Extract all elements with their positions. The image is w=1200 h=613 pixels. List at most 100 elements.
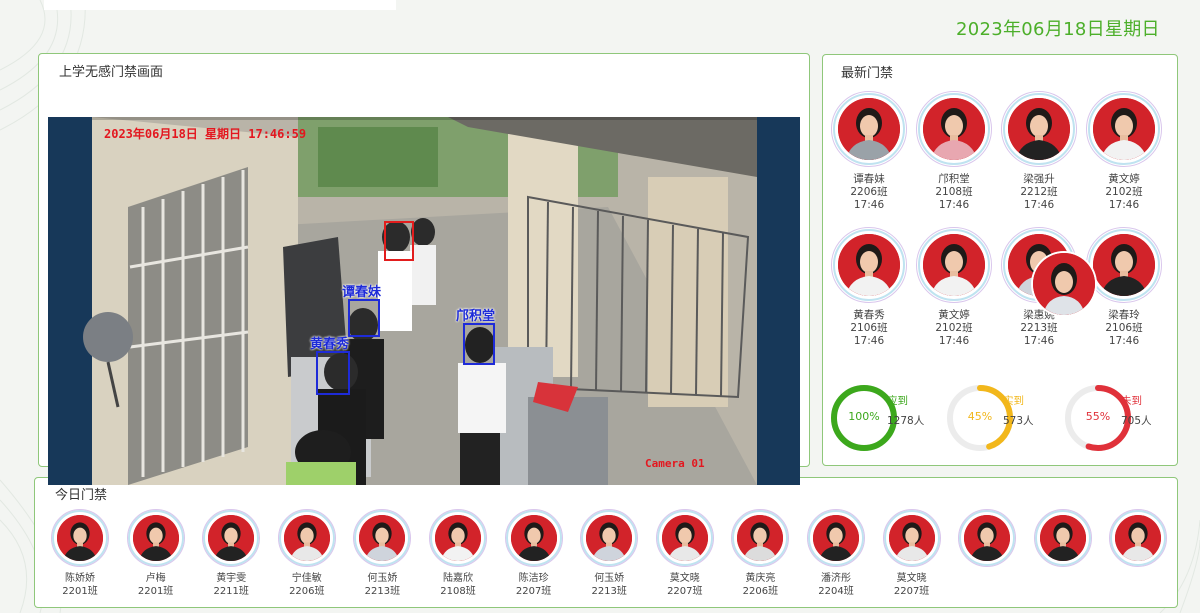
- camera-panel-title: 上学无感门禁画面: [59, 65, 164, 80]
- face-portrait: [132, 515, 179, 561]
- face-portrait: [435, 515, 481, 561]
- stat-label: 应到: [887, 395, 908, 407]
- face-portrait: [1093, 234, 1155, 296]
- person-class: 2212班: [1020, 186, 1058, 198]
- today-person-card[interactable]: 黄庆亮 2206班: [723, 509, 797, 598]
- person-name: 梁强升: [1023, 173, 1055, 185]
- person-name: 黄春秀: [853, 309, 885, 321]
- latest-person-card[interactable]: 梁春玲 2106班 17:46: [1084, 227, 1164, 348]
- person-name: 何玉娇: [594, 573, 625, 584]
- today-person-card[interactable]: 宁佳敏 2206班: [270, 509, 344, 598]
- today-person-card[interactable]: 何玉娇 2213班: [345, 509, 419, 598]
- avatar: [435, 515, 481, 561]
- camera-video-feed[interactable]: 2023年06月18日 星期日 17:46:59 Camera 01 谭春妹 邝…: [48, 117, 800, 485]
- today-person-card[interactable]: [1026, 509, 1100, 572]
- avatar-ring: [1001, 91, 1077, 167]
- avatar: [1093, 98, 1155, 160]
- person-name: 梁春玲: [1108, 309, 1140, 321]
- camera-scene: [48, 117, 800, 485]
- avatar: [1039, 515, 1086, 561]
- overlap-avatar: [1033, 253, 1095, 315]
- face-portrait: [888, 515, 935, 561]
- person-name: 莫文晓: [896, 573, 927, 584]
- avatar: [923, 98, 985, 160]
- person-class: 2201班: [62, 586, 98, 597]
- avatar: [838, 98, 900, 160]
- avatar-ring: [202, 509, 261, 567]
- face-portrait: [1093, 98, 1155, 160]
- person-time: 17:46: [1108, 335, 1140, 347]
- latest-person-card[interactable]: 黄文婷 2102班 17:46: [914, 227, 994, 348]
- avatar: [813, 515, 859, 561]
- avatar-ring: [916, 91, 992, 167]
- avatar-ring: [429, 509, 487, 567]
- person-name: 宁佳敏: [291, 573, 322, 584]
- face-portrait: [208, 515, 255, 561]
- avatar: [737, 515, 784, 561]
- person-name: 黄文婷: [1108, 173, 1140, 185]
- person-class: 2108班: [935, 186, 973, 198]
- today-person-card[interactable]: 莫文晓 2207班: [875, 509, 949, 598]
- person-name: 潘济彤: [821, 573, 851, 584]
- avatar: [57, 515, 103, 561]
- avatar-ring: [1033, 509, 1092, 567]
- today-person-card[interactable]: 陈洁珍 2207班: [497, 509, 571, 598]
- person-name: 黄庆亮: [745, 573, 776, 584]
- latest-person-card[interactable]: 邝积堂 2108班 17:46: [914, 91, 994, 212]
- avatar-ring: [831, 91, 907, 167]
- stat-count: 573人: [1003, 415, 1034, 427]
- person-name: 卢梅: [145, 573, 166, 584]
- face-portrait: [661, 515, 708, 561]
- face-portrait: [923, 234, 985, 296]
- today-person-card[interactable]: [950, 509, 1024, 572]
- face-portrait: [283, 515, 330, 561]
- today-person-card[interactable]: 陆嘉欣 2108班: [421, 509, 495, 598]
- face-portrait: [1039, 515, 1086, 561]
- today-person-card[interactable]: [1101, 509, 1175, 572]
- avatar-ring: [1109, 509, 1168, 567]
- stat-ring-0: 100% 应到 1278人: [829, 383, 924, 453]
- person-name: 何玉娇: [367, 573, 398, 584]
- avatar: [510, 515, 557, 561]
- stat-label: 实到: [1003, 395, 1024, 407]
- person-name: 陈娇娇: [65, 573, 95, 584]
- latest-person-card[interactable]: 梁强升 2212班 17:46: [999, 91, 1079, 212]
- stat-ring-2: 55% 未到 705人: [1063, 383, 1152, 453]
- avatar: [888, 515, 935, 561]
- face-portrait: [964, 515, 1011, 561]
- person-class: 2106班: [850, 322, 888, 334]
- avatar-ring: [277, 509, 336, 567]
- person-class: 2201班: [137, 586, 174, 597]
- today-person-card[interactable]: 莫文晓 2207班: [648, 509, 722, 598]
- avatar-ring: [504, 509, 563, 567]
- person-class: 2106班: [1105, 322, 1143, 334]
- latest-person-card[interactable]: 谭春妹 2206班 17:46: [829, 91, 909, 212]
- avatar: [964, 515, 1011, 561]
- avatar-ring: [1086, 227, 1162, 303]
- face-portrait: [586, 515, 633, 561]
- person-time: 17:46: [938, 199, 970, 211]
- today-access-title: 今日门禁: [55, 488, 108, 503]
- today-person-card[interactable]: 陈娇娇 2201班: [43, 509, 117, 598]
- person-class: 2206班: [742, 586, 779, 597]
- latest-person-card[interactable]: 黄春秀 2106班 17:46: [829, 227, 909, 348]
- avatar-ring: [807, 509, 865, 567]
- person-name: 黄宇雯: [216, 573, 247, 584]
- today-person-card[interactable]: 卢梅 2201班: [119, 509, 193, 598]
- person-class: 2213班: [591, 586, 627, 597]
- latest-person-card[interactable]: 黄文婷 2102班 17:46: [1084, 91, 1164, 212]
- stat-count: 705人: [1121, 415, 1152, 427]
- person-time: 17:46: [1023, 199, 1055, 211]
- avatar: [661, 515, 708, 561]
- person-class: 2204班: [818, 586, 854, 597]
- avatar-ring: [1086, 91, 1162, 167]
- today-person-card[interactable]: 潘济彤 2204班: [799, 509, 873, 598]
- today-person-card[interactable]: 黄宇雯 2211班: [194, 509, 268, 598]
- avatar-ring: [353, 509, 412, 567]
- latest-access-panel: 最新门禁 谭春妹 2206班 17:46 邝积堂 2108班 17:46 梁强升 2212班 1…: [822, 54, 1178, 466]
- camera-osd-label: Camera 01: [645, 457, 705, 470]
- person-name: 莫文晓: [669, 573, 700, 584]
- avatar: [132, 515, 179, 561]
- today-person-card[interactable]: 何玉娇 2213班: [572, 509, 646, 598]
- detection-box-3: [316, 351, 350, 395]
